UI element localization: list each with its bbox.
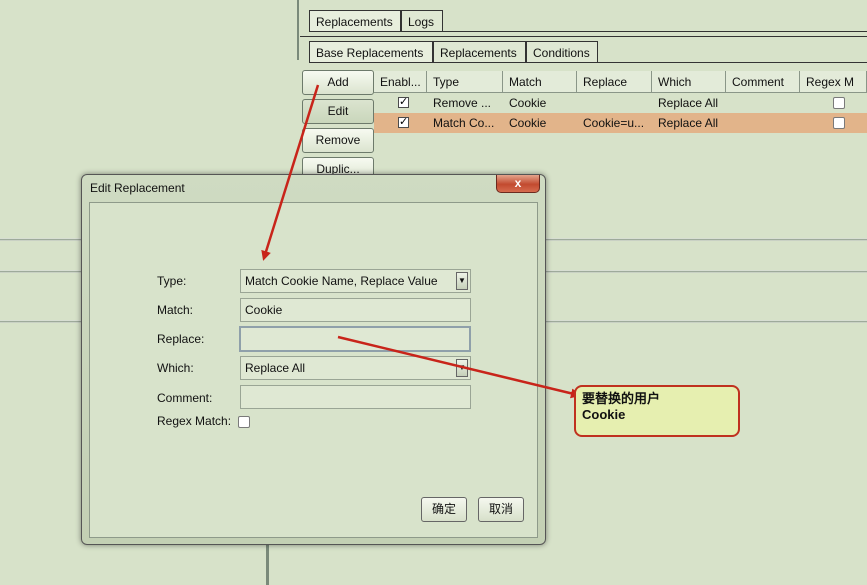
arrow-add-to-type — [261, 84, 320, 261]
callout-line-2: Cookie — [582, 407, 626, 422]
arrow-replace-to-callout — [337, 335, 581, 399]
annotation-callout: 要替换的用户 Cookie — [574, 385, 740, 437]
annotation-arrows — [261, 84, 581, 399]
callout-line-1: 要替换的用户 — [582, 391, 661, 406]
